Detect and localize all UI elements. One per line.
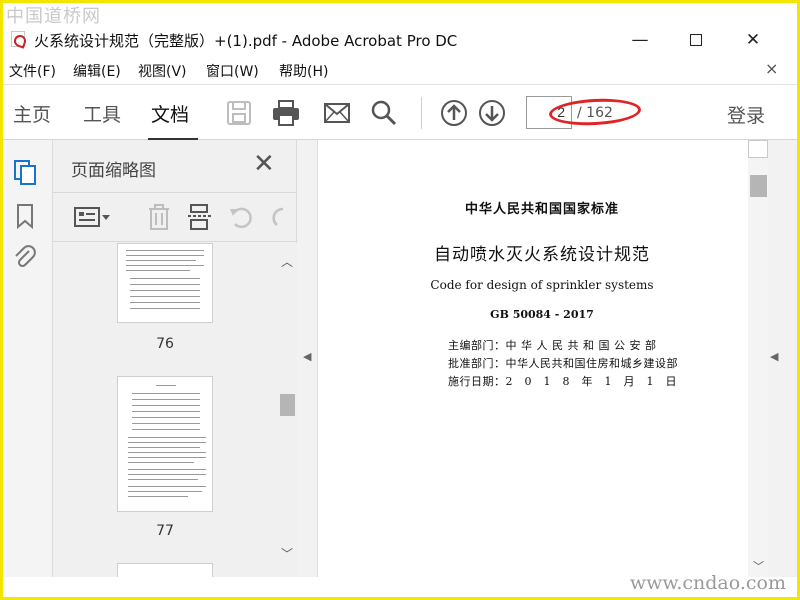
maximize-icon	[690, 34, 702, 46]
document-scrollbar-thumb[interactable]	[750, 175, 767, 197]
page-up-icon[interactable]	[439, 99, 469, 127]
minimize-button[interactable]: —	[617, 26, 663, 54]
watermark-bottom: www.cndao.com	[629, 572, 786, 594]
menu-file[interactable]: 文件(F)	[9, 61, 56, 81]
thumbnail-list: 76 77	[53, 243, 277, 577]
standard-code: GB 50084 - 2017	[490, 308, 594, 321]
pane-close-button[interactable]: ✕	[253, 149, 275, 179]
document-view: ◀ 中华人民共和国国家标准 自动喷水灭火系统设计规范 Code for desi…	[297, 140, 797, 577]
document-title-en: Code for design of sprinkler systems	[430, 278, 654, 292]
page-down-icon[interactable]	[477, 99, 507, 127]
menu-bar: 文件(F) 编辑(E) 视图(V) 窗口(W) 帮助(H) ×	[3, 58, 797, 82]
tab-tools[interactable]: 工具	[83, 100, 121, 127]
extract-icon[interactable]	[186, 203, 214, 231]
title-bar: 火系统设计规范（完整版）+(1).pdf - Adobe Acrobat Pro…	[3, 22, 797, 58]
menu-view[interactable]: 视图(V)	[138, 61, 187, 81]
approval-department: 批准部门：中华人民共和国住房和城乡建设部	[448, 357, 678, 370]
pane-toolbar	[53, 192, 297, 242]
login-button[interactable]: 登录	[727, 101, 765, 128]
thumbnail-pane: 页面缩略图 ✕ 76 77 ︿ ﹀	[53, 140, 297, 577]
toolbar-separator	[421, 97, 422, 129]
standard-heading: 中华人民共和国国家标准	[464, 202, 619, 217]
pane-title: 页面缩略图	[71, 161, 156, 181]
editor-department: 主编部门：中 华 人 民 共 和 国 公 安 部	[448, 339, 657, 352]
main-toolbar: 主页 工具 文档 2 / 162 登录	[3, 84, 797, 141]
document-scrollbar[interactable]: ﹀	[748, 140, 768, 577]
bookmarks-icon[interactable]	[12, 202, 38, 230]
thumbnail-label: 76	[156, 336, 174, 352]
menu-close-button[interactable]: ×	[765, 59, 778, 78]
tab-home[interactable]: 主页	[13, 100, 51, 127]
thumbnail-page[interactable]	[117, 243, 213, 323]
redo-icon[interactable]	[267, 203, 287, 231]
save-icon[interactable]	[224, 99, 254, 127]
maximize-button[interactable]	[673, 26, 719, 54]
watermark-top: 中国道桥网	[6, 6, 101, 27]
delete-icon[interactable]	[145, 203, 173, 231]
page-thumbnails-icon[interactable]	[12, 158, 38, 186]
tab-document[interactable]: 文档	[151, 100, 189, 127]
thumbnail-scrollbar[interactable]: ︿ ﹀	[277, 243, 297, 577]
thumbnail-page[interactable]	[117, 376, 213, 512]
thumbnail-label: 77	[156, 523, 174, 539]
search-icon[interactable]	[369, 99, 399, 127]
print-icon[interactable]	[271, 99, 301, 127]
menu-window[interactable]: 窗口(W)	[206, 61, 259, 81]
expand-right-pane-icon[interactable]: ◀	[770, 350, 778, 363]
mail-icon[interactable]	[322, 99, 352, 127]
effective-date: 施行日期：2 0 1 8 年 1 月 1 日	[448, 375, 677, 388]
pdf-page: 中华人民共和国国家标准 自动喷水灭火系统设计规范 Code for design…	[317, 140, 765, 577]
collapse-left-pane-icon[interactable]: ◀	[303, 350, 311, 363]
scroll-down-icon[interactable]: ﹀	[281, 545, 293, 562]
close-button[interactable]: ✕	[730, 26, 776, 54]
thumbnail-page[interactable]	[117, 563, 213, 577]
menu-edit[interactable]: 编辑(E)	[73, 61, 121, 81]
undo-icon[interactable]	[227, 203, 255, 231]
scroll-up-icon[interactable]: ︿	[281, 253, 293, 270]
attachments-icon[interactable]	[12, 244, 38, 272]
scrollbar-thumb[interactable]	[280, 394, 295, 416]
menu-help[interactable]: 帮助(H)	[279, 61, 328, 81]
navigation-rail	[3, 140, 53, 577]
window-title: 火系统设计规范（完整版）+(1).pdf - Adobe Acrobat Pro…	[34, 32, 458, 50]
thumbnail-options-icon[interactable]	[73, 203, 113, 231]
document-title: 自动喷水灭火系统设计规范	[434, 245, 650, 265]
pdf-file-icon	[11, 31, 25, 47]
scroll-up-button[interactable]	[748, 140, 768, 158]
